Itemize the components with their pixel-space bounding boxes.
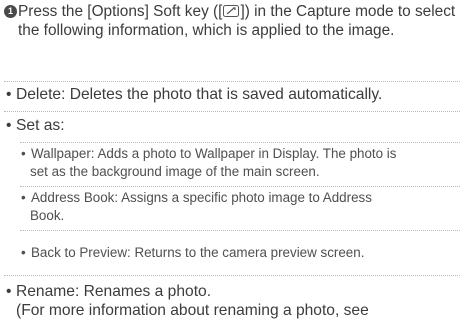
divider xyxy=(4,111,460,112)
divider xyxy=(4,81,460,82)
subitem-address-line2: Book. xyxy=(30,208,65,223)
manual-page: 1 Press the [Options] Soft key ([]) in t… xyxy=(0,0,464,322)
step-text: Press the [Options] Soft key ([]) in the… xyxy=(18,2,460,40)
item-set-as-text: Set as: xyxy=(16,117,65,134)
bullet-icon: • xyxy=(6,86,12,103)
item-rename-line2: (For more information about renaming a p… xyxy=(16,302,369,319)
subitem-back-to-preview: • Back to Preview: Returns to the camera … xyxy=(21,244,364,262)
bullet-icon: • xyxy=(21,146,26,161)
item-delete: • Delete: Deletes the photo that is saved… xyxy=(6,85,382,104)
subitem-wallpaper: • Wallpaper: Adds a photo to Wallpaper in… xyxy=(21,145,396,181)
subitem-back-to-preview-text: Back to Preview: Returns to the camera p… xyxy=(31,245,365,260)
subitem-address-line1: Address Book: Assigns a specific photo i… xyxy=(31,190,372,205)
divider xyxy=(20,230,460,231)
step-number-icon: 1 xyxy=(4,5,17,18)
divider xyxy=(20,186,460,187)
subitem-wallpaper-line2: set as the background image of the main … xyxy=(30,164,320,179)
divider xyxy=(20,142,460,143)
step-text-before: Press the [Options] Soft key ([ xyxy=(18,3,223,20)
options-softkey-icon xyxy=(223,3,240,17)
item-rename: • Rename: Renames a photo. (For more info… xyxy=(6,282,369,320)
bullet-icon: • xyxy=(6,117,12,134)
bullet-icon: • xyxy=(6,283,12,300)
subitem-wallpaper-line1: Wallpaper: Adds a photo to Wallpaper in … xyxy=(31,146,397,161)
bullet-icon: • xyxy=(21,190,26,205)
item-set-as: • Set as: xyxy=(6,116,65,135)
item-rename-line1: Rename: Renames a photo. xyxy=(16,283,212,300)
item-delete-text: Delete: Deletes the photo that is saved … xyxy=(16,86,383,103)
divider xyxy=(4,275,460,276)
subitem-address-book: • Address Book: Assigns a specific photo … xyxy=(21,189,372,225)
bullet-icon: • xyxy=(21,245,26,260)
step-1: 1 Press the [Options] Soft key ([]) in t… xyxy=(4,2,460,40)
